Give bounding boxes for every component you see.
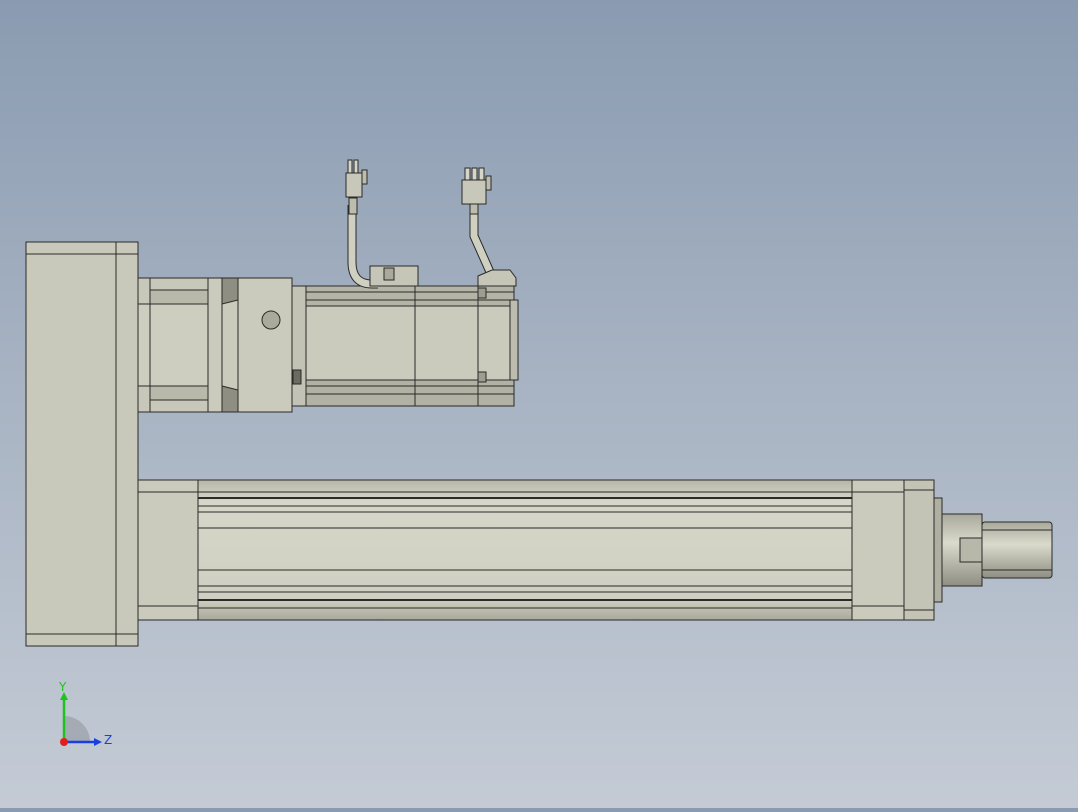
z-axis-arrowhead [94,738,102,746]
coordinate-triad: Y Z [40,680,130,760]
actuator-tube[interactable] [137,479,935,621]
reducer-housing[interactable] [137,277,307,413]
power-cable[interactable] [461,167,517,287]
triad-plane-icon [64,716,90,742]
rod-end[interactable] [933,497,1053,603]
base-plate[interactable] [25,241,139,647]
triad-graphic: Y Z [58,680,112,747]
z-axis-label: Z [104,733,112,747]
x-axis-dot [60,738,68,746]
encoder-cable[interactable] [345,159,419,289]
y-axis-label: Y [58,680,67,694]
cad-viewport[interactable] [0,0,1078,808]
model-view[interactable] [0,0,1078,808]
servo-motor[interactable] [305,285,519,407]
